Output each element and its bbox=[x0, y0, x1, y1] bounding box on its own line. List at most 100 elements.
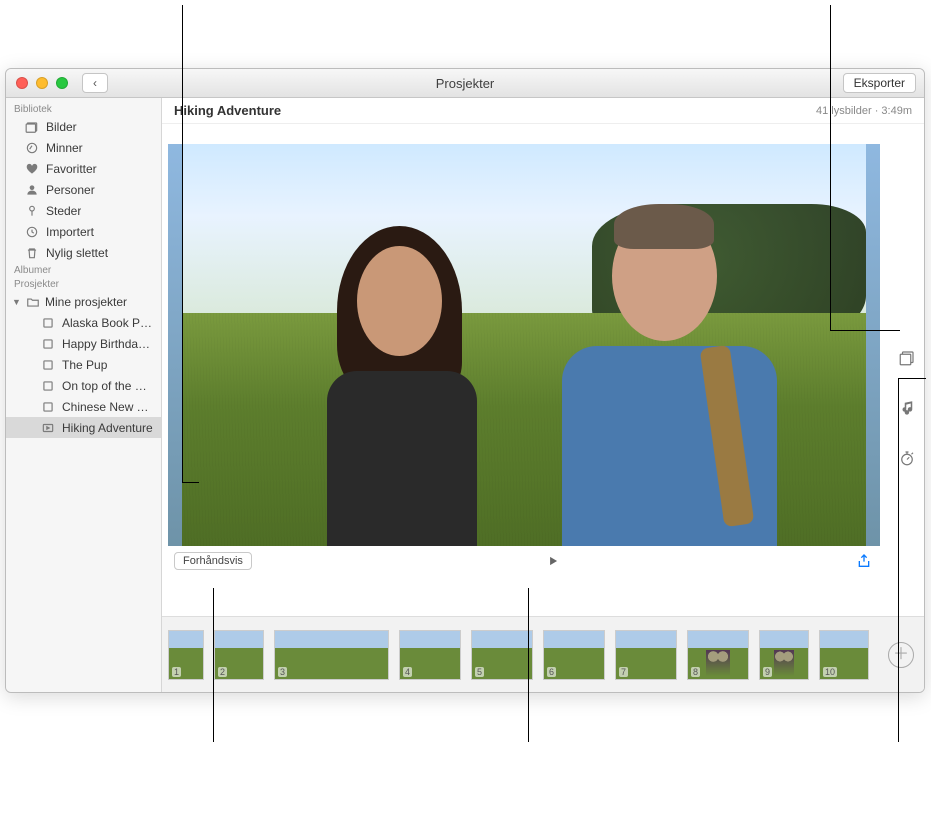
sidebar-item-label: Mine prosjekter bbox=[45, 295, 127, 309]
sidebar-item-label: Personer bbox=[46, 183, 95, 197]
project-meta-sep: · bbox=[872, 105, 882, 117]
thumbnail-number: 5 bbox=[475, 667, 484, 677]
thumbnail[interactable]: 1 bbox=[168, 630, 204, 680]
back-chevron-icon: ‹ bbox=[93, 76, 97, 90]
thumbnail[interactable]: 3 bbox=[274, 630, 389, 680]
memories-icon bbox=[24, 140, 40, 156]
callout-line bbox=[830, 5, 831, 330]
close-window-button[interactable] bbox=[16, 77, 28, 89]
callout-line bbox=[898, 378, 899, 742]
stopwatch-icon bbox=[898, 449, 916, 467]
photos-icon bbox=[24, 119, 40, 135]
thumbnail[interactable]: 7 bbox=[615, 630, 677, 680]
music-icon bbox=[898, 399, 916, 417]
sidebar-item-trash[interactable]: Nylig slettet bbox=[6, 242, 161, 263]
sidebar-item-memories[interactable]: Minner bbox=[6, 137, 161, 158]
sidebar-project-item[interactable]: The Pup bbox=[6, 354, 161, 375]
sidebar: Bibliotek Bilder Minner Favoritter bbox=[6, 98, 162, 692]
music-picker-button[interactable] bbox=[897, 398, 917, 418]
person-icon bbox=[24, 182, 40, 198]
heart-icon bbox=[24, 161, 40, 177]
sidebar-section-library: Bibliotek bbox=[6, 102, 161, 116]
sidebar-project-item[interactable]: On top of the W… bbox=[6, 375, 161, 396]
thumbnail[interactable]: 8 bbox=[687, 630, 749, 680]
main-content: Hiking Adventure 41 lysbilder · 3:49m bbox=[162, 98, 924, 692]
thumbnail[interactable]: 2 bbox=[214, 630, 264, 680]
thumbnail[interactable]: 4 bbox=[399, 630, 461, 680]
thumbnail[interactable]: 9 bbox=[759, 630, 809, 680]
sidebar-project-item[interactable]: Happy Birthday… bbox=[6, 333, 161, 354]
current-slide-image bbox=[182, 144, 866, 546]
thumbnail[interactable]: 10 bbox=[819, 630, 869, 680]
thumbnail-number: 4 bbox=[403, 667, 412, 677]
sidebar-item-label: Favoritter bbox=[46, 162, 97, 176]
thumbnail-number: 10 bbox=[823, 667, 837, 677]
project-title: Hiking Adventure bbox=[174, 103, 281, 118]
book-icon bbox=[40, 357, 56, 373]
minimize-window-button[interactable] bbox=[36, 77, 48, 89]
window-title: Prosjekter bbox=[6, 76, 924, 91]
previous-slide-peek bbox=[168, 144, 182, 546]
sidebar-item-label: Importert bbox=[46, 225, 94, 239]
sidebar-item-label: Bilder bbox=[46, 120, 77, 134]
book-icon bbox=[40, 315, 56, 331]
photos-app-window: ‹ Prosjekter Eksporter Bibliotek Bilder … bbox=[5, 68, 925, 693]
preview-button-label: Forhåndsvis bbox=[183, 555, 243, 567]
sidebar-item-label: Hiking Adventure bbox=[62, 421, 153, 435]
project-header: Hiking Adventure 41 lysbilder · 3:49m bbox=[162, 98, 924, 124]
play-button[interactable] bbox=[543, 551, 563, 571]
chevron-down-icon: ▼ bbox=[12, 297, 21, 307]
sidebar-item-label: Alaska Book Proj… bbox=[62, 316, 155, 330]
sidebar-project-item-selected[interactable]: Hiking Adventure bbox=[6, 417, 161, 438]
clock-icon bbox=[24, 224, 40, 240]
sidebar-item-label: The Pup bbox=[62, 358, 107, 372]
thumbnail-number: 7 bbox=[619, 667, 628, 677]
sidebar-my-projects-toggle[interactable]: ▼ Mine prosjekter bbox=[6, 291, 161, 312]
theme-icon bbox=[898, 349, 916, 367]
callout-line bbox=[898, 378, 926, 379]
trash-icon bbox=[24, 245, 40, 261]
sidebar-item-label: Happy Birthday… bbox=[62, 337, 155, 351]
theme-picker-button[interactable] bbox=[897, 348, 917, 368]
export-button-label: Eksporter bbox=[854, 76, 905, 90]
share-button[interactable] bbox=[854, 551, 874, 571]
sidebar-item-imports[interactable]: Importert bbox=[6, 221, 161, 242]
sidebar-item-label: Minner bbox=[46, 141, 83, 155]
back-button[interactable]: ‹ bbox=[82, 73, 108, 93]
thumbnail-strip: 1 2 3 4 5 6 7 8 9 10 ＋ bbox=[162, 616, 924, 692]
thumbnail-number: 8 bbox=[691, 667, 700, 677]
slideshow-controls: Forhåndsvis bbox=[168, 546, 880, 574]
callout-line bbox=[182, 482, 199, 483]
callout-line bbox=[528, 588, 529, 742]
preview-button[interactable]: Forhåndsvis bbox=[174, 552, 252, 570]
thumbnail-number: 3 bbox=[278, 667, 287, 677]
callout-line bbox=[182, 5, 183, 482]
pin-icon bbox=[24, 203, 40, 219]
thumbnail[interactable]: 6 bbox=[543, 630, 605, 680]
folder-icon bbox=[25, 294, 41, 310]
sidebar-section-projects: Prosjekter bbox=[6, 277, 161, 291]
sidebar-item-photos[interactable]: Bilder bbox=[6, 116, 161, 137]
right-tool-rail bbox=[892, 98, 922, 692]
callout-line bbox=[830, 330, 900, 331]
duration-settings-button[interactable] bbox=[897, 448, 917, 468]
sidebar-item-people[interactable]: Personer bbox=[6, 179, 161, 200]
slideshow-icon bbox=[40, 420, 56, 436]
sidebar-project-item[interactable]: Alaska Book Proj… bbox=[6, 312, 161, 333]
sidebar-item-places[interactable]: Steder bbox=[6, 200, 161, 221]
slideshow-canvas[interactable] bbox=[168, 144, 880, 546]
sidebar-project-item[interactable]: Chinese New Year bbox=[6, 396, 161, 417]
sidebar-item-label: Nylig slettet bbox=[46, 246, 108, 260]
export-button[interactable]: Eksporter bbox=[843, 73, 916, 93]
sidebar-item-favorites[interactable]: Favoritter bbox=[6, 158, 161, 179]
sidebar-item-label: On top of the W… bbox=[62, 379, 155, 393]
book-icon bbox=[40, 399, 56, 415]
thumbnail-number: 9 bbox=[763, 667, 772, 677]
book-icon bbox=[40, 336, 56, 352]
share-icon bbox=[856, 553, 872, 569]
fullscreen-window-button[interactable] bbox=[56, 77, 68, 89]
window-traffic-lights bbox=[16, 77, 68, 89]
play-icon bbox=[546, 554, 560, 568]
thumbnail[interactable]: 5 bbox=[471, 630, 533, 680]
thumbnail-number: 1 bbox=[172, 667, 181, 677]
